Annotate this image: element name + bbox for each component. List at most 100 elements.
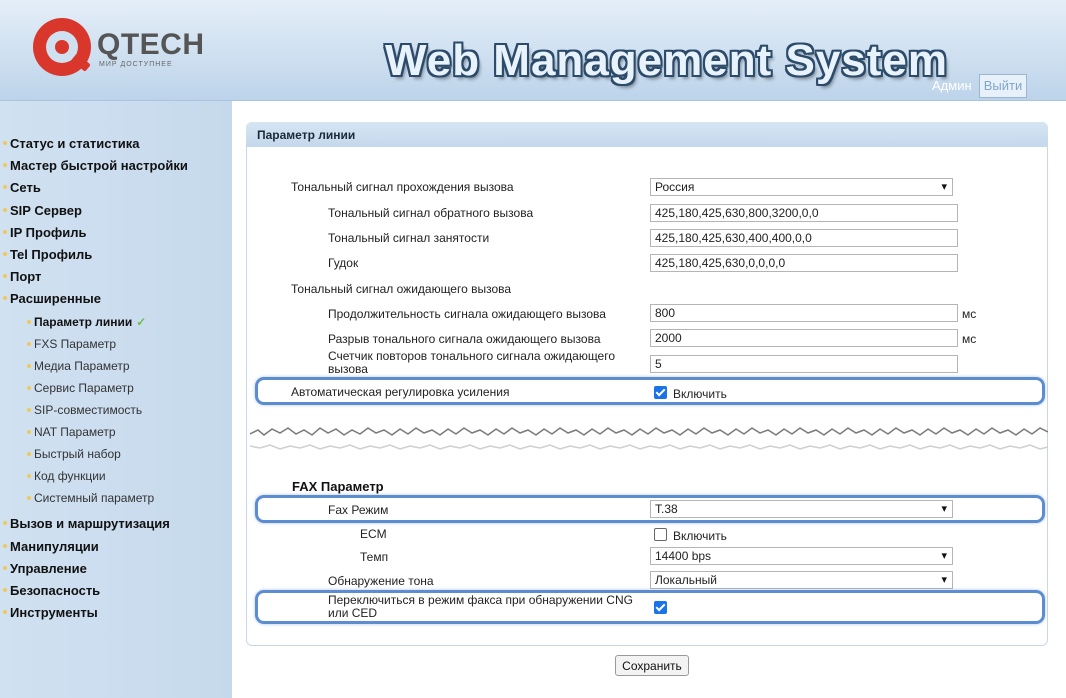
sidebar-item-advanced[interactable]: Расширенные bbox=[3, 291, 101, 306]
ringback-country-label: Тональный сигнал прохождения вызова bbox=[291, 180, 514, 194]
fax-mode-select[interactable]: T.38 ▾ bbox=[650, 500, 953, 518]
cng-label: Переключиться в режим факса при обнаруже… bbox=[328, 593, 633, 620]
sidebar-item-call-routing[interactable]: Вызов и маршрутизация bbox=[3, 516, 170, 531]
bullet-icon bbox=[3, 610, 7, 614]
sidebar-item-label: Мастер быстрой настройки bbox=[10, 158, 188, 173]
sidebar-item-label: Управление bbox=[10, 561, 87, 576]
header: QTECH МИР ДОСТУПНЕЕ Web Management Syste… bbox=[0, 0, 1066, 101]
agc-checkbox[interactable] bbox=[654, 386, 667, 399]
bullet-icon bbox=[3, 296, 7, 300]
sidebar-subitem-label: Системный параметр bbox=[34, 491, 155, 505]
bullet-icon bbox=[3, 521, 7, 525]
checkmark-icon: ✓ bbox=[136, 315, 147, 329]
brand-tagline: МИР ДОСТУПНЕЕ bbox=[99, 61, 173, 68]
brand-name: QTECH bbox=[97, 28, 205, 61]
bullet-icon bbox=[27, 496, 31, 500]
cw-gap-label: Разрыв тонального сигнала ожидающего выз… bbox=[328, 332, 601, 346]
sidebar-subitem-label: Быстрый набор bbox=[34, 447, 121, 461]
ringback-tone-label: Тональный сигнал обратного вызова bbox=[328, 206, 534, 220]
busy-tone-input[interactable]: 425,180,425,630,400,400,0,0 bbox=[650, 229, 958, 247]
sidebar-item-tools[interactable]: Инструменты bbox=[3, 605, 98, 620]
bullet-icon bbox=[3, 141, 7, 145]
sidebar-subitem-media[interactable]: Медиа Параметр bbox=[27, 359, 130, 373]
sidebar-item-wizard[interactable]: Мастер быстрой настройки bbox=[3, 158, 188, 173]
ringback-tone-input[interactable]: 425,180,425,630,800,3200,0,0 bbox=[650, 204, 958, 222]
sidebar-item-label: Сеть bbox=[10, 180, 41, 195]
sidebar-item-label: Tel Профиль bbox=[10, 247, 93, 262]
sidebar-item-security[interactable]: Безопасность bbox=[3, 583, 101, 598]
logout-button[interactable]: Выйти bbox=[979, 74, 1027, 98]
bullet-icon bbox=[3, 588, 7, 592]
sidebar-subitem-nat[interactable]: NAT Параметр bbox=[27, 425, 116, 439]
agc-label: Автоматическая регулировка усиления bbox=[291, 385, 510, 399]
sidebar-item-label: Безопасность bbox=[10, 583, 101, 598]
fax-mode-value: T.38 bbox=[655, 502, 678, 516]
cw-gap-unit: мс bbox=[962, 332, 977, 346]
tone-detect-select[interactable]: Локальный ▾ bbox=[650, 571, 953, 589]
current-user: Админ bbox=[932, 78, 972, 93]
bullet-icon bbox=[27, 342, 31, 346]
sidebar-item-label: Расширенные bbox=[10, 291, 101, 306]
sidebar-item-network[interactable]: Сеть bbox=[3, 180, 41, 195]
cw-duration-input[interactable]: 800 bbox=[650, 304, 958, 322]
dial-tone-input[interactable]: 425,180,425,630,0,0,0,0 bbox=[650, 254, 958, 272]
chevron-down-icon: ▾ bbox=[941, 503, 947, 515]
rate-select[interactable]: 14400 bps ▾ bbox=[650, 547, 953, 565]
cw-duration-unit: мс bbox=[962, 307, 977, 321]
bullet-icon bbox=[3, 566, 7, 570]
bullet-icon bbox=[27, 364, 31, 368]
rate-label: Темп bbox=[360, 550, 389, 564]
sidebar-subitem-feature-code[interactable]: Код функции bbox=[27, 469, 106, 483]
sidebar-item-status[interactable]: Статус и статистика bbox=[3, 136, 140, 151]
sidebar-item-tel-profile[interactable]: Tel Профиль bbox=[3, 247, 93, 262]
panel-title: Параметр линии bbox=[246, 122, 1048, 147]
bullet-icon bbox=[3, 230, 7, 234]
sidebar-item-label: IP Профиль bbox=[10, 225, 87, 240]
sidebar-subitem-label: Параметр линии bbox=[34, 315, 133, 329]
sidebar-subitem-system[interactable]: Системный параметр bbox=[27, 491, 155, 505]
sidebar-item-label: Статус и статистика bbox=[10, 136, 140, 151]
fax-mode-label: Fax Режим bbox=[328, 503, 389, 517]
ringback-country-select[interactable]: Россия ▾ bbox=[650, 178, 953, 196]
cw-duration-label: Продолжительность сигнала ожидающего выз… bbox=[328, 307, 606, 321]
sidebar-item-sip-server[interactable]: SIP Сервер bbox=[3, 203, 82, 218]
sidebar-item-label: Инструменты bbox=[10, 605, 98, 620]
sidebar-subitem-sip-compat[interactable]: SIP-совместимость bbox=[27, 403, 143, 417]
sidebar-item-manipulation[interactable]: Манипуляции bbox=[3, 539, 99, 554]
sidebar-subitem-speed-dial[interactable]: Быстрый набор bbox=[27, 447, 121, 461]
save-button[interactable]: Сохранить bbox=[615, 655, 689, 676]
ecm-option-label: Включить bbox=[673, 529, 727, 543]
sidebar-item-management[interactable]: Управление bbox=[3, 561, 87, 576]
sidebar-item-label: Порт bbox=[10, 269, 42, 284]
tone-detect-label: Обнаружение тона bbox=[328, 574, 434, 588]
sidebar-subitem-label: NAT Параметр bbox=[34, 425, 116, 439]
bullet-icon bbox=[27, 408, 31, 412]
sidebar-subitem-label: SIP-совместимость bbox=[34, 403, 143, 417]
bullet-icon bbox=[3, 208, 7, 212]
sidebar-item-label: Вызов и маршрутизация bbox=[10, 516, 170, 531]
ecm-label: ECM bbox=[360, 527, 387, 541]
sidebar: Статус и статистика Мастер быстрой настр… bbox=[0, 101, 232, 698]
sidebar-item-ip-profile[interactable]: IP Профиль bbox=[3, 225, 87, 240]
cng-checkbox[interactable] bbox=[654, 601, 667, 614]
chevron-down-icon: ▾ bbox=[941, 574, 947, 586]
dial-tone-label: Гудок bbox=[328, 256, 359, 270]
sidebar-subitem-service[interactable]: Сервис Параметр bbox=[27, 381, 134, 395]
bullet-icon bbox=[27, 320, 31, 324]
sidebar-subitem-fxs[interactable]: FXS Параметр bbox=[27, 337, 117, 351]
ringback-country-value: Россия bbox=[655, 180, 695, 194]
sidebar-subitem-line-params[interactable]: Параметр линии ✓ bbox=[27, 315, 147, 329]
sidebar-item-port[interactable]: Порт bbox=[3, 269, 42, 284]
agc-option-label: Включить bbox=[673, 387, 727, 401]
cw-gap-input[interactable]: 2000 bbox=[650, 329, 958, 347]
ecm-checkbox[interactable] bbox=[654, 528, 667, 541]
cw-repeat-input[interactable]: 5 bbox=[650, 355, 958, 373]
fax-section-title: FAX Параметр bbox=[292, 479, 384, 494]
sidebar-subitem-label: Код функции bbox=[34, 469, 106, 483]
app-title: Web Management System bbox=[385, 36, 949, 85]
sidebar-subitem-label: FXS Параметр bbox=[34, 337, 117, 351]
bullet-icon bbox=[3, 163, 7, 167]
busy-tone-label: Тональный сигнал занятости bbox=[328, 231, 490, 245]
bullet-icon bbox=[3, 185, 7, 189]
cw-repeat-label: Счетчик повторов тонального сигнала ожид… bbox=[328, 349, 616, 376]
